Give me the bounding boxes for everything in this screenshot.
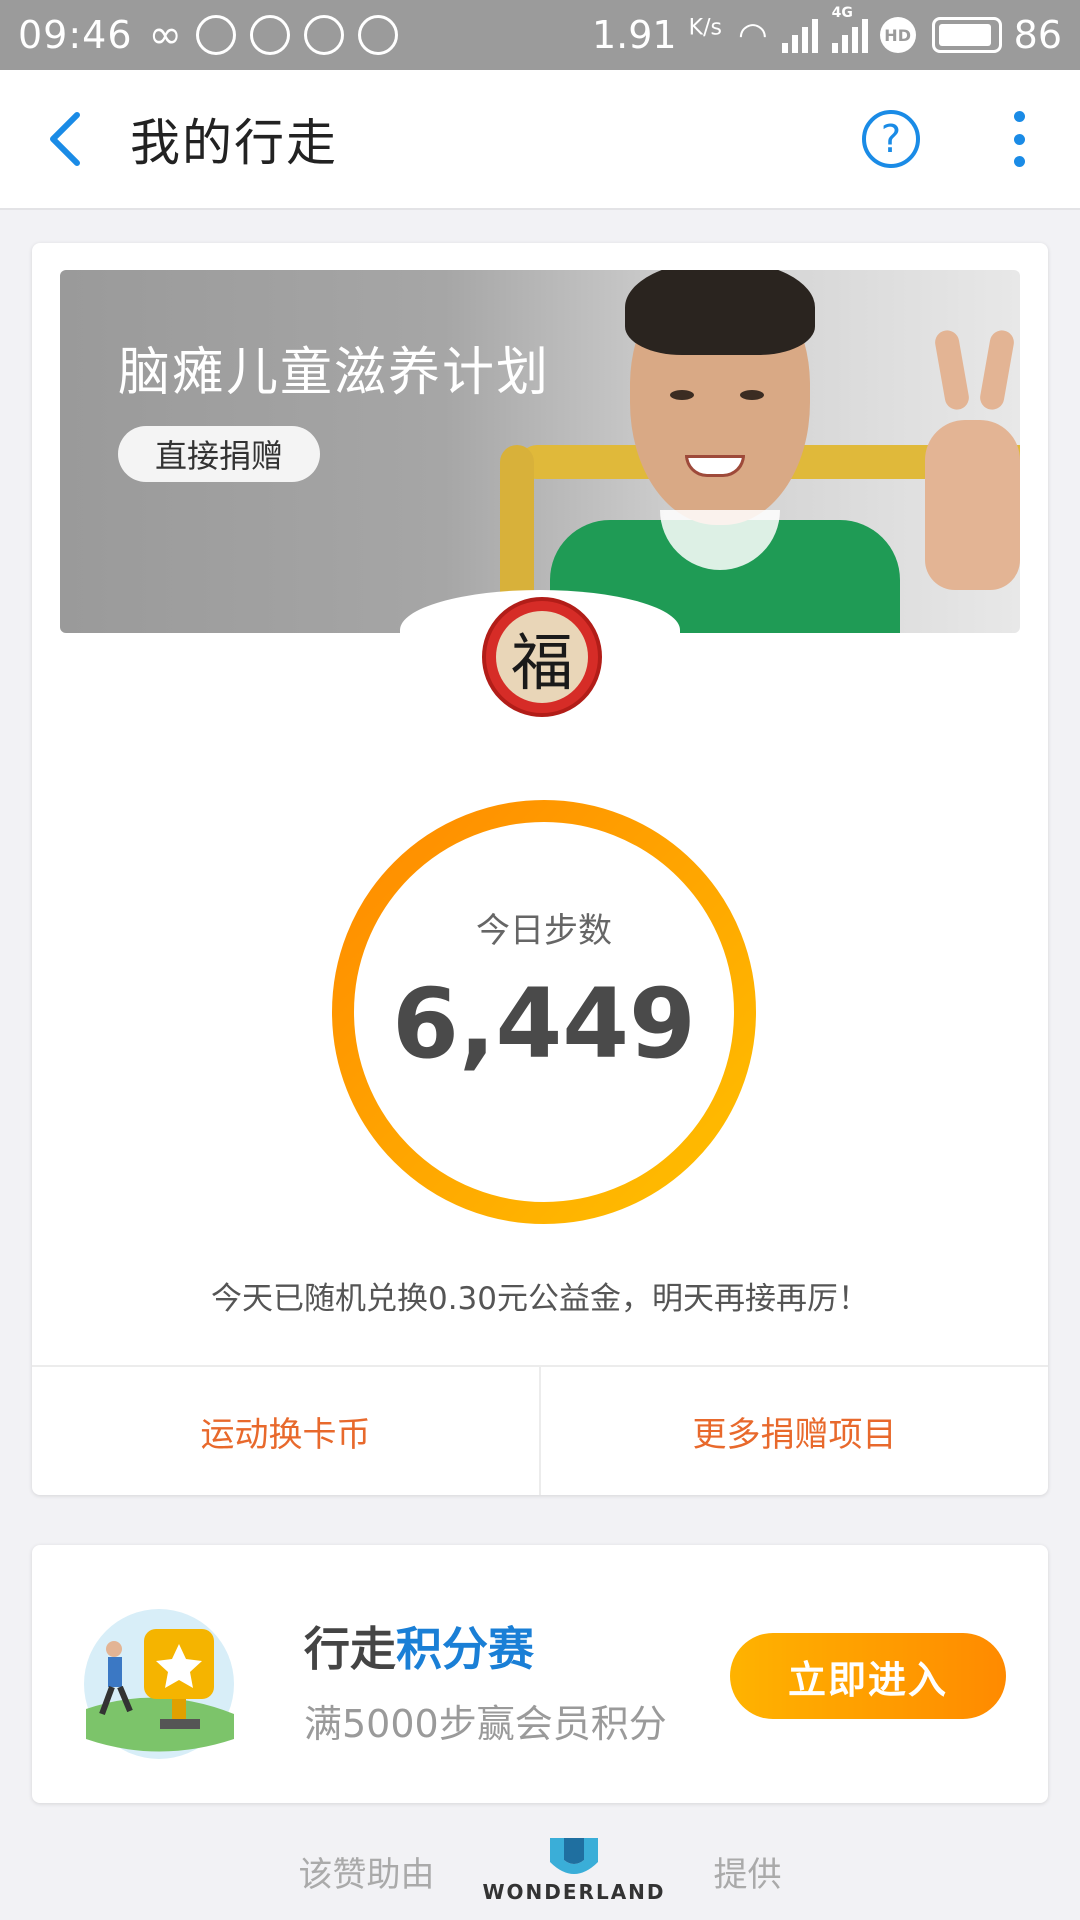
sponsor-suffix: 提供	[713, 1854, 782, 1895]
status-icons: ∞	[149, 15, 398, 55]
trophy-runner-icon	[84, 1609, 234, 1759]
direct-donate-button[interactable]: 直接捐赠	[118, 426, 320, 482]
competition-title: 行走积分赛	[304, 1613, 534, 1679]
battery-icon	[931, 17, 1002, 53]
status-bar: 09:46 ∞ 1.91 K/s ◠ 4G HD 86	[0, 0, 1080, 70]
sponsor-brand: WONDERLAND	[482, 1880, 666, 1904]
steps-value: 6,449	[392, 968, 696, 1080]
back-button[interactable]	[0, 69, 130, 209]
wonderland-logo-icon	[550, 1838, 598, 1874]
competition-title-prefix: 行走	[304, 1622, 396, 1676]
fortune-char: 福	[496, 611, 588, 703]
infinity-icon: ∞	[148, 12, 182, 58]
signal-icon	[781, 17, 818, 53]
network-type: 4G	[831, 5, 853, 21]
question-icon: ?	[880, 117, 902, 161]
sponsor-footer: 该赞助由 WONDERLAND 提供	[0, 1836, 1080, 1906]
more-menu-button[interactable]	[1004, 111, 1034, 167]
fortune-badge: 福	[478, 593, 606, 721]
more-donations-button[interactable]: 更多捐赠项目	[541, 1367, 1048, 1495]
card-actions: 运动换卡币 更多捐赠项目	[32, 1365, 1048, 1495]
hand-illustration	[925, 420, 1020, 590]
shield-icon	[195, 15, 236, 55]
wifi-icon: ◠	[737, 15, 768, 55]
walking-card: 脑瘫儿童滋养计划 直接捐赠 福 今日步数 6,449 今天已随机兑换0.30元公…	[32, 243, 1048, 1495]
dot-icon	[1013, 133, 1025, 145]
charity-banner[interactable]: 脑瘫儿童滋养计划 直接捐赠	[60, 270, 1020, 633]
hd-icon: HD	[879, 17, 916, 53]
exchange-message: 今天已随机兑换0.30元公益金，明天再接再厉！	[210, 1281, 870, 1317]
net-speed-unit: K/s	[688, 15, 722, 41]
antenna-icon	[357, 15, 398, 55]
competition-card[interactable]: 行走积分赛 满5000步赢会员积分 立即进入	[32, 1545, 1048, 1803]
page-title: 我的行走	[130, 114, 338, 172]
competition-title-highlight: 积分赛	[396, 1622, 534, 1676]
chevron-left-icon	[50, 112, 80, 166]
dot-icon	[1013, 111, 1025, 122]
net-speed-value: 1.91	[591, 13, 677, 57]
signal-4g-icon: 4G	[831, 5, 868, 53]
battery-level: 86	[1013, 13, 1062, 57]
alert-icon	[303, 15, 344, 55]
dot-icon	[1013, 156, 1025, 167]
enter-now-button[interactable]: 立即进入	[730, 1633, 1006, 1719]
face-icon	[249, 15, 290, 55]
sponsor-logo: WONDERLAND	[482, 1838, 665, 1904]
status-time: 09:46	[18, 13, 133, 57]
help-button[interactable]: ?	[862, 110, 920, 168]
banner-title: 脑瘫儿童滋养计划	[118, 343, 551, 403]
net-speed: 1.91 K/s	[592, 13, 722, 57]
competition-subtitle: 满5000步赢会员积分	[304, 1702, 667, 1746]
title-bar: 我的行走 ?	[0, 70, 1080, 210]
sponsor-prefix: 该赞助由	[298, 1854, 435, 1895]
steps-label: 今日步数	[476, 911, 612, 951]
exchange-coins-button[interactable]: 运动换卡币	[32, 1367, 539, 1495]
